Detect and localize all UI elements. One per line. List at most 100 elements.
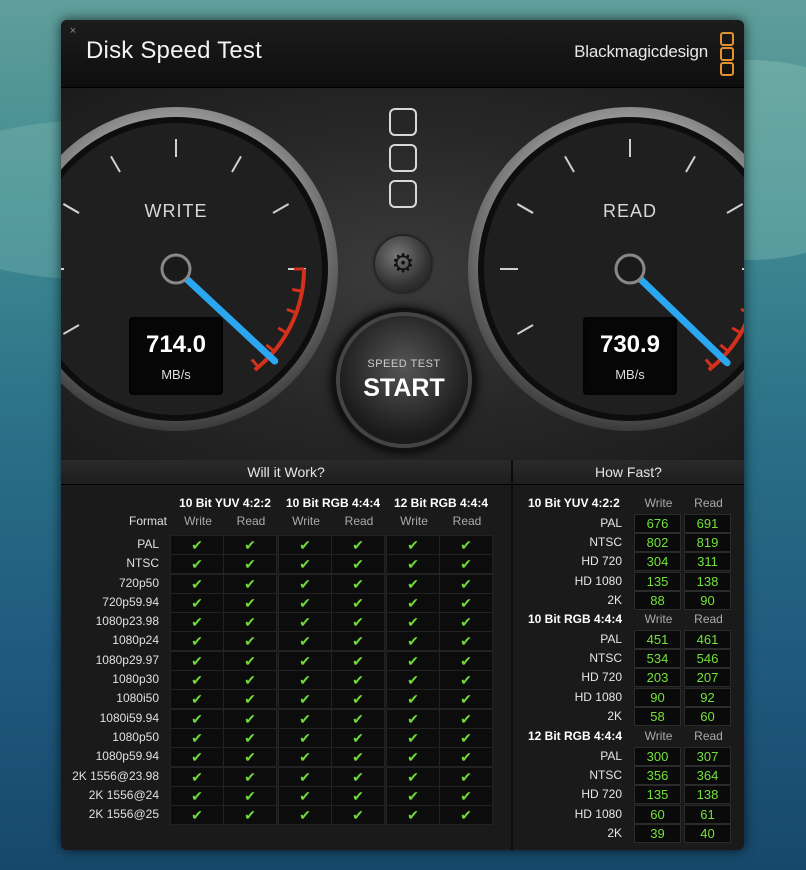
check-icon: ✔ [352, 672, 364, 689]
check-icon: ✔ [191, 614, 203, 631]
title-bar[interactable]: × Disk Speed Test Blackmagicdesign [61, 20, 744, 88]
resolution-label: NTSC [589, 768, 622, 783]
result-cell: ✔ [386, 766, 440, 787]
result-cell: ✔ [223, 592, 277, 613]
check-icon: ✔ [407, 729, 419, 746]
format-label: 1080p24 [112, 633, 159, 648]
check-icon: ✔ [299, 729, 311, 746]
result-cell: ✔ [331, 747, 385, 768]
check-icon: ✔ [407, 807, 419, 824]
check-icon: ✔ [191, 652, 203, 669]
brand-logo-icon [720, 32, 734, 77]
result-cell: ✔ [278, 535, 332, 555]
check-icon: ✔ [407, 614, 419, 631]
result-cell: ✔ [331, 554, 385, 575]
result-cell: ✔ [278, 612, 332, 633]
result-cell: ✔ [223, 650, 277, 671]
format-label: 1080p23.98 [95, 614, 159, 629]
check-icon: ✔ [352, 614, 364, 631]
start-button-caption: SPEED TEST [367, 358, 441, 370]
result-cell: ✔ [170, 554, 224, 575]
result-cell: ✔ [439, 650, 493, 671]
result-cell: ✔ [331, 689, 385, 710]
check-icon: ✔ [191, 729, 203, 746]
check-icon: ✔ [407, 652, 419, 669]
result-cell: ✔ [439, 631, 493, 652]
check-icon: ✔ [244, 672, 256, 689]
check-icon: ✔ [407, 594, 419, 611]
result-cell: ✔ [331, 650, 385, 671]
check-icon: ✔ [407, 575, 419, 592]
speed-row: 2K 39 40 [513, 823, 733, 843]
check-icon: ✔ [244, 556, 256, 573]
check-icon: ✔ [299, 556, 311, 573]
result-cell: ✔ [278, 708, 332, 729]
check-icon: ✔ [460, 807, 472, 824]
check-icon: ✔ [460, 749, 472, 766]
how-fast-table: 10 Bit YUV 4:2:2 Write Read PAL 676 691 NTSC 80… [513, 460, 744, 850]
check-icon: ✔ [244, 537, 256, 553]
resolution-label: 2K [607, 708, 622, 723]
close-icon[interactable]: × [66, 24, 80, 38]
result-cell: ✔ [223, 727, 277, 748]
check-icon: ✔ [460, 768, 472, 785]
check-icon: ✔ [244, 691, 256, 708]
check-icon: ✔ [352, 652, 364, 669]
speed-row: HD 720 203 207 [513, 668, 733, 688]
check-icon: ✔ [352, 537, 364, 553]
start-button[interactable]: SPEED TEST START [340, 316, 468, 444]
resolution-label: 2K [607, 592, 622, 607]
result-cell: ✔ [223, 708, 277, 729]
result-cell: ✔ [439, 708, 493, 729]
speed-row: 2K 58 60 [513, 706, 733, 726]
check-icon: ✔ [460, 672, 472, 689]
result-cell: ✔ [170, 631, 224, 652]
result-cell: ✔ [331, 670, 385, 691]
result-cell: ✔ [331, 805, 385, 826]
read-gauge-title: READ [602, 201, 657, 221]
check-icon: ✔ [460, 710, 472, 727]
format-label: 1080p50 [112, 729, 159, 744]
settings-button[interactable]: ⚙ [375, 236, 431, 292]
subcolumn-header: Write [184, 514, 212, 528]
result-cell: ✔ [170, 785, 224, 806]
check-icon: ✔ [460, 729, 472, 746]
write-speed-unit: MB/s [161, 367, 191, 382]
resolution-label: PAL [600, 516, 622, 530]
format-label: 1080p59.94 [95, 749, 159, 764]
check-icon: ✔ [352, 749, 364, 766]
format-label: 720p59.94 [102, 594, 159, 609]
result-cell: ✔ [386, 689, 440, 710]
result-cell: ✔ [439, 689, 493, 710]
check-icon: ✔ [299, 537, 311, 553]
format-label: 2K 1556@25 [88, 807, 159, 822]
check-icon: ✔ [191, 807, 203, 824]
result-cell: ✔ [278, 747, 332, 768]
result-cell: ✔ [386, 708, 440, 729]
check-icon: ✔ [460, 633, 472, 650]
app-window: × Disk Speed Test Blackmagicdesign WRITE… [61, 20, 744, 850]
speed-row: HD 1080 60 61 [513, 804, 733, 824]
result-cell: ✔ [223, 554, 277, 575]
resolution-label: 2K [607, 825, 622, 840]
resolution-label: NTSC [589, 535, 622, 550]
read-column-header: Read [694, 496, 723, 510]
check-icon: ✔ [191, 633, 203, 650]
write-column-header: Write [644, 496, 673, 510]
check-icon: ✔ [407, 537, 419, 553]
check-icon: ✔ [460, 787, 472, 804]
result-cell: ✔ [386, 650, 440, 671]
read-fps-value: 307 [684, 747, 731, 766]
group-header: 10 Bit YUV 4:2:2 [179, 496, 271, 510]
read-fps-value: 138 [684, 785, 731, 805]
result-cell: ✔ [223, 766, 277, 787]
resolution-label: HD 720 [581, 670, 622, 685]
check-icon: ✔ [407, 691, 419, 708]
check-icon: ✔ [407, 633, 419, 650]
resolution-label: HD 720 [581, 554, 622, 569]
subcolumn-header: Read [344, 514, 374, 528]
read-gauge: READ 730.9 MB/s [465, 104, 744, 434]
result-cell: ✔ [170, 708, 224, 729]
progress-slot [389, 108, 417, 136]
result-cell: ✔ [170, 535, 224, 555]
